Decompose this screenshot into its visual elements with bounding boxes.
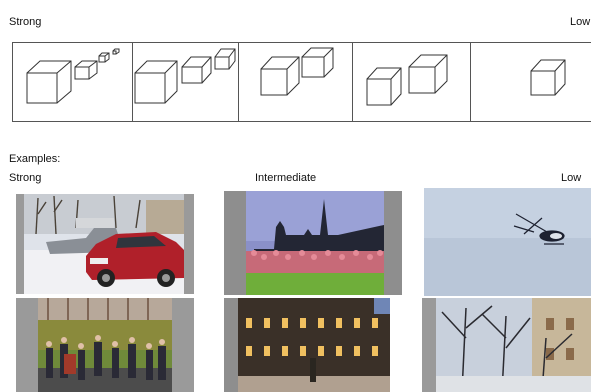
scale-panel-3-cubes <box>260 47 334 96</box>
examples-heading: Examples: <box>9 153 61 165</box>
scale-panel-1-cubes <box>26 48 120 104</box>
photo-flowers-church <box>224 191 402 295</box>
scale-panel-2-cubes <box>134 48 236 104</box>
photo-crowd-garden <box>16 298 194 392</box>
photo-helicopter-sky <box>424 188 591 296</box>
scale-strong-label: Strong <box>9 16 42 28</box>
photo-bare-trees-building <box>422 298 591 392</box>
examples-strong-label: Strong <box>9 172 42 184</box>
cube-scale-strip <box>12 42 591 122</box>
scale-panel-4-cubes <box>366 54 448 106</box>
scale-low-label: Low <box>570 16 591 28</box>
photo-building-facade <box>224 298 390 392</box>
examples-intermediate-label: Intermediate <box>255 172 317 184</box>
photo-parked-cars-snow <box>16 194 194 294</box>
scale-panel-5-cubes <box>530 59 566 96</box>
examples-low-label: Low <box>561 172 582 184</box>
